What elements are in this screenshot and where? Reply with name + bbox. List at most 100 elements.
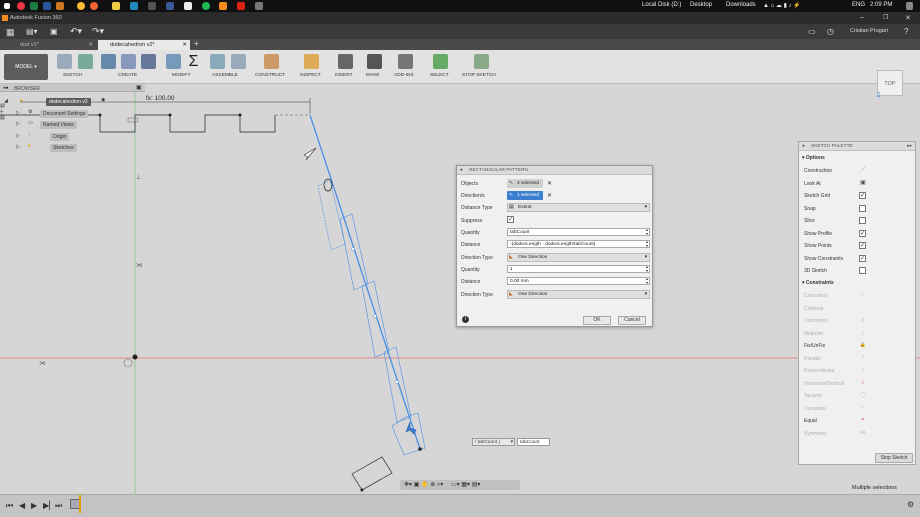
make-3d-print-icon[interactable]: [367, 54, 382, 69]
stop-sketch-palette-button[interactable]: Stop Sketch: [875, 453, 913, 463]
history-icon[interactable]: ◷: [827, 27, 834, 36]
viewports-icon[interactable]: ▤▾: [472, 482, 481, 488]
palette-option-checkbox[interactable]: [859, 204, 866, 212]
close-tab-icon[interactable]: ✕: [182, 42, 187, 48]
palette-option-checkbox[interactable]: [859, 267, 866, 274]
finish-sketch-icon[interactable]: [78, 54, 93, 69]
palette-option-row[interactable]: Sketch Grid ✓: [804, 191, 914, 201]
palette-option-row[interactable]: Show Constraints ✓: [804, 254, 914, 264]
palette-option-checkbox[interactable]: [859, 217, 866, 224]
notification-icon[interactable]: [906, 2, 913, 10]
construction-icon[interactable]: ⟋: [859, 167, 867, 174]
timeline-settings-icon[interactable]: ⚙: [907, 500, 914, 509]
undo-icon[interactable]: ↶▾: [70, 26, 82, 37]
timeline-forward-icon[interactable]: ▶▏: [43, 501, 55, 510]
maximize-icon[interactable]: ❐: [883, 14, 888, 21]
parameters-icon[interactable]: Σ: [186, 54, 201, 70]
clock[interactable]: 2:09 PM: [870, 2, 892, 8]
construct-menu[interactable]: CONSTRUCT: [255, 73, 285, 78]
dialog-header[interactable]: ● RECTANGULAR PATTERN: [457, 166, 652, 175]
create-sketch-icon[interactable]: [57, 54, 72, 69]
collapse-icon[interactable]: ◂◂: [3, 85, 8, 91]
quantity-input[interactable]: tabCount ▴ ▾: [507, 228, 650, 236]
minimize-icon[interactable]: –: [860, 14, 864, 21]
timeline-marker[interactable]: [79, 495, 81, 513]
create-menu[interactable]: CREATE: [118, 73, 137, 78]
palette-option-row[interactable]: Slice: [804, 216, 914, 226]
palette-option-checkbox[interactable]: ✓: [859, 242, 866, 249]
constraint-icon[interactable]: ◯: [859, 392, 867, 399]
suppress-checkbox[interactable]: ✓: [507, 216, 514, 223]
objects-selection[interactable]: ↖ 4 selected: [507, 179, 543, 188]
tab-dod-v1[interactable]: dod v1* ✕: [8, 40, 96, 50]
palette-option-row[interactable]: Construction ⟋: [804, 166, 914, 176]
browser-item-sketches[interactable]: ▷ ● Sketches: [16, 143, 96, 152]
offset-plane-icon[interactable]: [264, 54, 279, 69]
expand-icon[interactable]: ▷: [16, 121, 20, 127]
constraint-row[interactable]: Symmetry ⋈: [804, 429, 914, 439]
radio-icon[interactable]: ◉: [101, 97, 105, 103]
dimension-text[interactable]: fx: 100.00: [146, 95, 175, 102]
word-icon[interactable]: [43, 2, 51, 10]
display-settings-icon[interactable]: ▭▾: [451, 482, 460, 488]
taskbar-desktop[interactable]: Desktop: [690, 2, 712, 8]
press-pull-icon[interactable]: [166, 54, 181, 69]
cancel-button[interactable]: Cancel: [618, 316, 646, 325]
clear-selection-icon[interactable]: ✕: [547, 192, 552, 199]
file-menu-icon[interactable]: ▤▾: [26, 27, 38, 36]
paint-icon[interactable]: [184, 2, 192, 10]
constraint-row[interactable]: Coincident ∟: [804, 291, 914, 301]
constraint-icon[interactable]: ⫽: [859, 355, 867, 362]
palette-option-row[interactable]: Snap: [804, 204, 914, 214]
stop-sketch-icon[interactable]: [474, 54, 489, 69]
constraint-row[interactable]: Tangent ◯: [804, 391, 914, 401]
scripts-icon[interactable]: [398, 54, 413, 69]
constraint-row[interactable]: Fix/UnFix 🔒: [804, 341, 914, 351]
expand-icon[interactable]: ▷: [16, 110, 20, 116]
constraint-row[interactable]: Perpendicular ⊥: [804, 366, 914, 376]
direction-type-select[interactable]: ◣ One Direction ▾: [507, 253, 650, 262]
look-at-icon[interactable]: ▣: [859, 180, 867, 187]
chrome-icon[interactable]: [17, 2, 25, 10]
constraint-row[interactable]: Collinear ⋰: [804, 304, 914, 314]
select-icon[interactable]: [433, 54, 448, 69]
fusion-icon[interactable]: [219, 2, 227, 10]
constraint-icon[interactable]: 🔒: [859, 342, 867, 349]
visibility-icon[interactable]: ◌: [28, 132, 31, 138]
palette-option-row[interactable]: Look At ▣: [804, 179, 914, 189]
constraint-icon[interactable]: ◎: [859, 317, 867, 324]
constraint-icon[interactable]: ⋈: [859, 430, 867, 437]
taskbar-downloads[interactable]: Downloads: [726, 2, 756, 8]
browser-panel-header[interactable]: ◂◂ BROWSER ▣: [0, 84, 145, 92]
box-icon[interactable]: [101, 54, 116, 69]
constraint-row[interactable]: Midpoint △: [804, 329, 914, 339]
lightbulb-icon[interactable]: ●: [28, 143, 31, 149]
spinner-icon[interactable]: ▴ ▾: [646, 266, 648, 272]
constraint-row[interactable]: Curvature ∿: [804, 404, 914, 414]
explorer-icon[interactable]: [112, 2, 120, 10]
inline-value-input[interactable]: tabCount: [517, 438, 550, 446]
timeline-play-icon[interactable]: ▶: [31, 501, 37, 510]
constraint-icon[interactable]: =: [859, 417, 867, 424]
constraint-icon[interactable]: △: [859, 330, 867, 337]
pattern-icon[interactable]: [121, 54, 136, 69]
spinner-icon[interactable]: ▴ ▾: [646, 278, 648, 284]
look-at-icon[interactable]: ▣: [414, 482, 420, 488]
photos-icon[interactable]: [130, 2, 138, 10]
info-icon[interactable]: i: [462, 316, 469, 323]
spinner-icon[interactable]: ▴ ▾: [646, 229, 648, 235]
constraint-row[interactable]: Equal =: [804, 416, 914, 426]
terminal-icon[interactable]: [255, 2, 263, 10]
options-section[interactable]: ▾ Options: [802, 155, 825, 161]
distance2-input[interactable]: 0.00 mm ▴ ▾: [507, 277, 650, 285]
directions-selection[interactable]: ↖ 1 selected: [507, 191, 543, 200]
zoom-icon[interactable]: ⊕: [430, 482, 435, 488]
constraint-icon[interactable]: ∟: [859, 292, 867, 299]
new-component-icon[interactable]: [210, 54, 225, 69]
user-name[interactable]: Cristian Prugari: [850, 28, 888, 34]
palette-option-row[interactable]: 3D Sketch: [804, 266, 914, 276]
timeline-start-icon[interactable]: ⏮: [6, 501, 13, 511]
spotify-icon[interactable]: [202, 2, 210, 10]
tray-icons[interactable]: ▲ ⌂ ☁ ▮ ♪ ⚡: [763, 2, 801, 9]
palette-option-row[interactable]: Show Profile ✓: [804, 229, 914, 239]
